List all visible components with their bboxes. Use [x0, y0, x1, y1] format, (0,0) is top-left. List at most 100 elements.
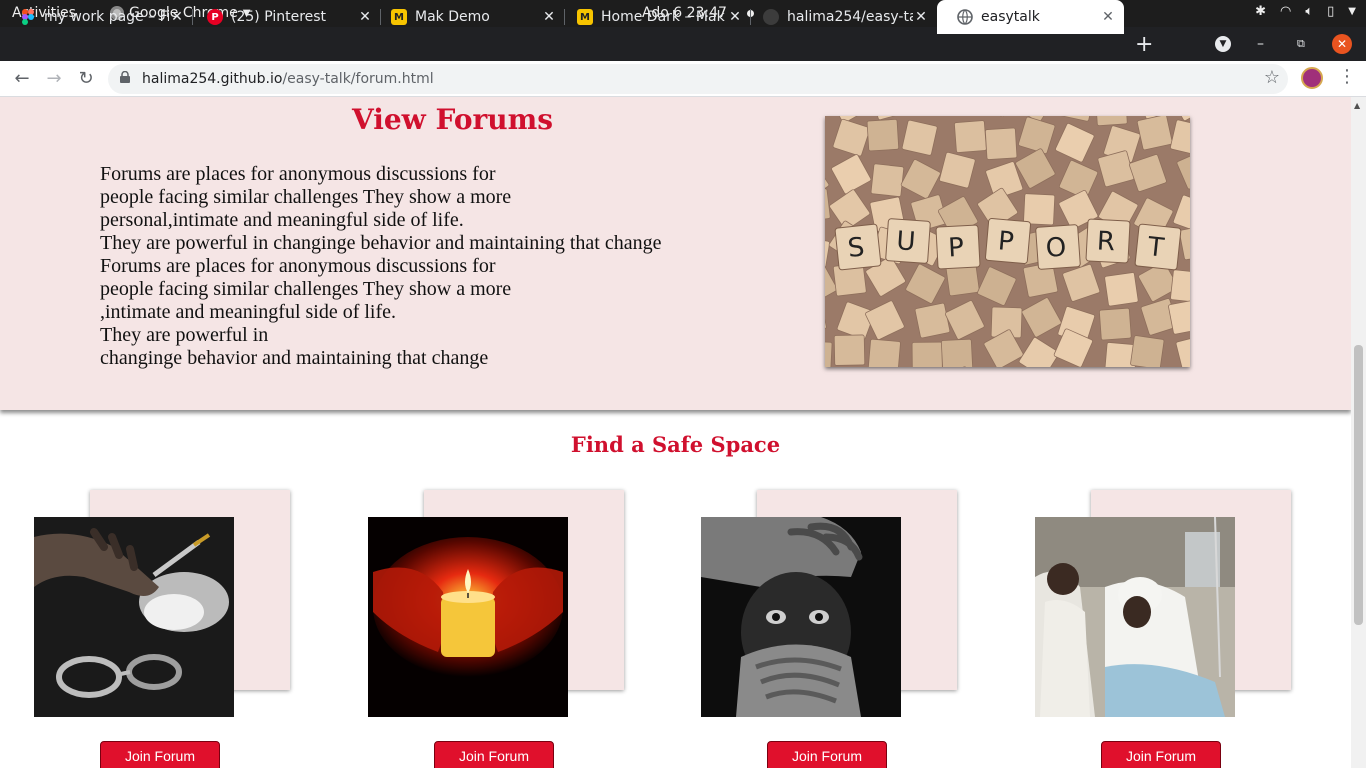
tab-title: Mak Demo: [415, 9, 490, 25]
scrabble-tile: [1170, 269, 1190, 303]
forum-line: Forums are places for anonymous discussi…: [100, 163, 496, 185]
forum-line: They are powerful in: [100, 324, 269, 346]
letter-tile: S: [834, 223, 882, 271]
figma-icon: [20, 9, 36, 25]
chevron-down-icon[interactable]: ▼: [1348, 6, 1356, 17]
tile-letter: P: [997, 226, 1015, 257]
letter-tile: U: [885, 218, 931, 264]
tab-easytalk[interactable]: easytalk ✕: [937, 0, 1124, 34]
system-tray[interactable]: ✱ ◠ 🔈︎ ▯ ▼: [1255, 4, 1356, 19]
bookmark-star-icon[interactable]: ☆: [1264, 67, 1280, 88]
letter-tile: P: [935, 224, 981, 270]
lock-icon: [120, 71, 130, 83]
address-bar[interactable]: halima254.github.io/easy-talk/forum.html…: [108, 64, 1288, 94]
tab-mak-demo[interactable]: M Mak Demo ✕: [371, 0, 565, 34]
reload-icon[interactable]: ↻: [74, 67, 98, 91]
scrabble-tile: [866, 118, 900, 152]
scrabble-tile: [984, 127, 1018, 160]
letter-tile: P: [984, 217, 1032, 265]
close-icon[interactable]: ✕: [913, 9, 929, 25]
scrabble-tile: [954, 120, 987, 153]
m-logo-icon: M: [391, 9, 407, 25]
page-scrollbar[interactable]: ▲: [1351, 97, 1366, 768]
close-icon[interactable]: ✕: [541, 9, 557, 25]
wifi-icon: ◠: [1279, 4, 1292, 19]
globe-icon: [957, 9, 973, 25]
drugs-handcuffs-photo: [34, 517, 234, 717]
tab-title: halima254/easy-ta: [787, 9, 913, 25]
slack-icon[interactable]: ✱: [1255, 4, 1266, 19]
forum-card-addiction: [34, 490, 294, 720]
safe-space-title: Find a Safe Space: [570, 432, 781, 457]
url-path: /easy-talk/forum.html: [282, 71, 434, 87]
forum-line: personal,intimate and meaningful side of…: [100, 209, 464, 231]
volume-icon: 🔈︎: [1305, 4, 1314, 19]
join-forum-button[interactable]: Join Forum: [100, 741, 220, 768]
join-forum-button[interactable]: Join Forum: [434, 741, 554, 768]
tab-title: my work page – Fi: [44, 9, 169, 25]
scrabble-tile: [1136, 116, 1173, 151]
close-icon[interactable]: ✕: [727, 9, 743, 25]
tab-title: Home Dark – Mak: [601, 9, 725, 25]
join-forum-button[interactable]: Join Forum: [1101, 741, 1221, 768]
pinterest-icon: P: [207, 9, 223, 25]
github-icon: [763, 9, 779, 25]
tab-title: (25) Pinterest: [231, 9, 327, 25]
restore-icon[interactable]: ⧉: [1297, 27, 1305, 61]
m-logo-icon: M: [577, 9, 593, 25]
scrabble-tile: [1104, 272, 1139, 307]
scrollbar-thumb[interactable]: [1354, 345, 1363, 625]
scrabble-tile: [833, 334, 866, 366]
back-arrow-icon[interactable]: ←: [10, 67, 34, 91]
tab-pinterest[interactable]: P (25) Pinterest ✕: [187, 0, 381, 34]
forum-line: Forums are places for anonymous discussi…: [100, 255, 496, 277]
scrabble-tile: [1130, 335, 1165, 367]
scrabble-tile: [940, 338, 974, 367]
forum-card-illness: [1035, 490, 1295, 720]
scrabble-tile: [1023, 193, 1056, 226]
scrabble-tile: [867, 338, 901, 367]
forum-line: people facing similar challenges They sh…: [100, 186, 512, 208]
forum-description: Forums are places for anonymous discussi…: [100, 163, 661, 370]
more-menu-icon[interactable]: ⋮: [1338, 66, 1356, 87]
join-forum-button[interactable]: Join Forum: [767, 741, 887, 768]
scrabble-tile: [911, 341, 943, 367]
scroll-up-icon[interactable]: ▲: [1354, 101, 1360, 110]
scrabble-tile: [870, 163, 905, 197]
letter-tile: R: [1085, 218, 1131, 264]
profile-avatar[interactable]: [1301, 67, 1323, 89]
forum-line: changinge behavior and maintaining that …: [100, 347, 489, 369]
covered-mouth-photo: [701, 517, 901, 717]
scrabble-tile: [1098, 307, 1132, 341]
page-viewport: View Forums Forums are places for anonym…: [0, 97, 1366, 768]
tile-letter: R: [1096, 226, 1116, 257]
minimize-icon[interactable]: –: [1257, 27, 1264, 61]
tab-search-icon[interactable]: ▼: [1215, 27, 1231, 61]
scrabble-tile: [825, 340, 833, 367]
tab-my-work-page[interactable]: my work page – Fi ✕: [0, 0, 193, 34]
close-icon[interactable]: ✕: [169, 9, 185, 25]
tile-letter: S: [846, 232, 866, 264]
tile-letter: O: [1045, 232, 1068, 263]
forum-line: ,intimate and meaningful side of life.: [100, 301, 397, 323]
scrabble-tile: [901, 119, 938, 156]
tile-letter: U: [895, 226, 916, 257]
forum-line: people facing similar challenges They sh…: [100, 278, 512, 300]
close-icon[interactable]: ✕: [1100, 9, 1116, 25]
letter-tile: O: [1035, 224, 1081, 270]
tab-home-dark[interactable]: M Home Dark – Mak ✕: [557, 0, 751, 34]
forum-card-grief: [368, 490, 628, 720]
scrabble-tile: [1095, 116, 1128, 127]
close-window-icon[interactable]: ✕: [1332, 27, 1352, 61]
new-tab-icon[interactable]: +: [1135, 32, 1153, 57]
forum-title: View Forums: [352, 103, 554, 136]
tile-letter: P: [947, 233, 964, 264]
forward-arrow-icon[interactable]: →: [42, 67, 66, 91]
browser-toolbar: ← → ↻ halima254.github.io/easy-talk/foru…: [0, 61, 1366, 97]
forum-card-abuse: [701, 490, 961, 720]
letter-tile: T: [1134, 223, 1182, 271]
battery-icon: ▯: [1327, 4, 1335, 19]
url-text: halima254.github.io/easy-talk/forum.html: [142, 71, 434, 87]
tab-github[interactable]: halima254/easy-ta ✕: [743, 0, 937, 34]
candle-hands-photo: [368, 517, 568, 717]
